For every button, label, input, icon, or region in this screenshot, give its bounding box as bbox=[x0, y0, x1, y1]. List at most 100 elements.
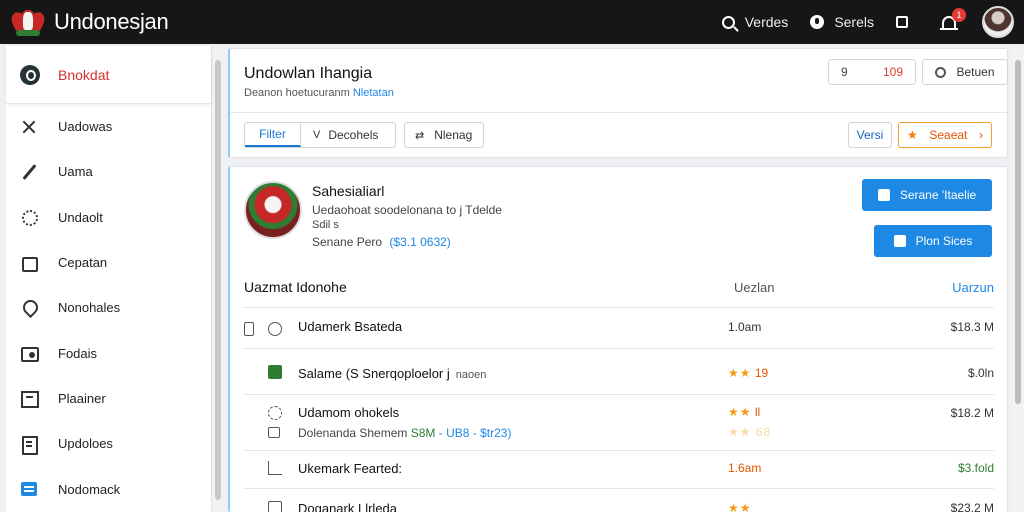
sidebar-item-2[interactable]: Uama bbox=[6, 149, 211, 194]
sidebar-item-label: Undaolt bbox=[58, 209, 103, 225]
table-row[interactable]: Salame (S Snerqoploelor j naoen ★★ 19 $.0… bbox=[244, 348, 994, 394]
sidebar-active-label: Bnokdat bbox=[58, 66, 110, 83]
logo-emblem bbox=[21, 10, 35, 32]
location-icon bbox=[810, 15, 825, 29]
star-icon: ★ bbox=[907, 128, 918, 142]
row-detail-blue: - UB8 - $tr23) bbox=[438, 426, 512, 440]
table-row[interactable]: Udamerk Bsateda 1.0am $18.3 M bbox=[244, 307, 994, 348]
rating-value: 19 bbox=[754, 366, 769, 380]
version-button[interactable]: Versi bbox=[848, 122, 892, 148]
book-icon bbox=[268, 427, 280, 438]
primary-action-button[interactable]: Serane 'Itaelie bbox=[862, 179, 992, 211]
top-search-label: Verdes bbox=[744, 14, 789, 30]
row-detail-green: S8M bbox=[410, 426, 436, 440]
sidebar-item-8[interactable]: Updoloes bbox=[6, 421, 211, 466]
sort-icon: ⇄ bbox=[415, 129, 425, 142]
secondary-action-label: Plon Sices bbox=[915, 234, 973, 248]
header-divider bbox=[230, 112, 1008, 113]
sidebar-item-1[interactable]: Uadowas bbox=[6, 104, 211, 149]
table-row[interactable]: Udamom ohokels Dolenanda Shemem S8M - UB… bbox=[244, 394, 994, 450]
image-icon bbox=[20, 344, 39, 363]
subtitle-link[interactable]: Nletatan bbox=[353, 87, 394, 99]
sidebar-scrollbar[interactable] bbox=[213, 46, 223, 512]
tab-decohels[interactable]: V Decohels bbox=[301, 128, 395, 142]
sidebar-item-9[interactable]: Nodomack bbox=[6, 466, 211, 511]
edit-icon bbox=[268, 501, 282, 512]
search-icon bbox=[268, 322, 282, 336]
row-time: 1.6am bbox=[728, 461, 762, 475]
sidebar-item-label: Plaainer bbox=[58, 390, 106, 406]
logo[interactable] bbox=[8, 2, 48, 42]
sidebar-item-6[interactable]: Fodais bbox=[6, 330, 211, 375]
profile-meta-label: Senane Pero bbox=[312, 235, 383, 249]
row-name: Udamerk Bsateda bbox=[298, 319, 403, 334]
user-icon bbox=[935, 66, 947, 78]
row-name: Salame (S Snerqoploelor j bbox=[298, 366, 450, 381]
dotted-circle-icon bbox=[20, 208, 38, 227]
calendar-icon bbox=[20, 254, 38, 272]
sidebar-item-label: Nodomack bbox=[58, 481, 121, 497]
document-icon bbox=[244, 322, 254, 336]
row-rating: ★★ bbox=[728, 501, 752, 512]
content-panel: Sahesialiarl Uedaohoat soodelonana to j … bbox=[228, 166, 1008, 512]
page-subtitle: Deanon hoetucuranm Nletatan bbox=[244, 87, 394, 99]
stats-q: 9 bbox=[841, 65, 848, 79]
column-header-value[interactable]: Uarzun bbox=[952, 280, 994, 295]
table-row[interactable]: Ukemark Fearted: 1.6am $3.fold bbox=[244, 450, 994, 488]
search-action-button[interactable]: ★ Seaeat › bbox=[898, 122, 992, 148]
rating-stars: ★★ bbox=[728, 366, 752, 380]
sort-button[interactable]: ⇄ Nlenag bbox=[404, 122, 484, 148]
sidebar-item-label: Uadowas bbox=[58, 119, 113, 135]
sidebar-scroll-thumb[interactable] bbox=[215, 60, 221, 500]
chevron-right-icon: › bbox=[979, 128, 983, 142]
profile-description: Uedaohoat soodelonana to j Tdelde bbox=[312, 203, 502, 217]
page-header: Undowlan Ihangia Deanon hoetucuranm Nlet… bbox=[228, 48, 1008, 158]
box-icon bbox=[896, 16, 908, 28]
secondary-action-button[interactable]: Plon Sices bbox=[874, 225, 992, 257]
square-icon bbox=[893, 235, 906, 247]
top-box-button[interactable] bbox=[896, 16, 918, 28]
rating-stars-faded: ★★ 68 bbox=[728, 425, 772, 439]
row-value: $.0ln bbox=[967, 366, 994, 380]
active-item-icon bbox=[20, 64, 40, 85]
rating-stars: ★★ bbox=[728, 501, 752, 512]
profile-image bbox=[244, 181, 302, 239]
row-name: Ukemark Fearted: bbox=[298, 461, 403, 476]
row-rating: ★★ ll bbox=[728, 405, 760, 419]
tab-filter[interactable]: Filter bbox=[245, 123, 301, 147]
column-header-name[interactable]: Uazmat Idonohe bbox=[244, 279, 347, 295]
subtitle-text: Deanon hoetucuranm bbox=[244, 87, 350, 99]
tools-icon bbox=[20, 118, 38, 136]
sidebar-item-3[interactable]: Undaolt bbox=[6, 195, 211, 240]
sidebar-item-7[interactable]: Plaainer bbox=[6, 376, 211, 421]
filter-chevron-icon: V bbox=[313, 129, 321, 141]
sidebar-item-4[interactable]: Cepatan bbox=[6, 240, 211, 285]
notifications-button[interactable]: 1 bbox=[940, 8, 966, 32]
row-value: $23.2 M bbox=[950, 501, 994, 512]
notification-badge: 1 bbox=[952, 8, 966, 22]
row-name: Doganark Llrleda bbox=[298, 501, 398, 512]
user-avatar[interactable] bbox=[982, 6, 1014, 38]
news-icon bbox=[20, 480, 38, 498]
board-icon bbox=[20, 389, 39, 409]
user-button[interactable]: Betuen bbox=[922, 59, 1008, 85]
sidebar-item-label: Nonohales bbox=[58, 300, 121, 316]
top-bar: Undonesjan Verdes Serels 1 bbox=[0, 0, 1024, 44]
search-action-label: Seaeat bbox=[929, 128, 968, 142]
row-name: Udamom ohokels bbox=[298, 405, 400, 420]
primary-action-label: Serane 'Itaelie bbox=[899, 188, 977, 202]
column-header-time[interactable]: Uezlan bbox=[734, 280, 774, 295]
row-value: $3.fold bbox=[957, 461, 994, 475]
table-row[interactable]: Doganark Llrleda ★★ $23.2 M bbox=[244, 488, 994, 512]
main-scrollbar[interactable] bbox=[1012, 46, 1024, 512]
tab-decohels-label: Decohels bbox=[328, 128, 379, 142]
top-location-button[interactable]: Serels bbox=[810, 14, 874, 30]
sidebar-item-5[interactable]: Nonohales bbox=[6, 285, 211, 330]
sidebar-item-active[interactable]: Bnokdat bbox=[6, 46, 211, 104]
stats-pill[interactable]: 9 109 bbox=[828, 59, 916, 85]
document-icon bbox=[20, 435, 38, 455]
top-search-button[interactable]: Verdes bbox=[721, 14, 789, 30]
main-scroll-thumb[interactable] bbox=[1015, 60, 1021, 404]
table-header: Uazmat Idonohe Uezlan Uarzun bbox=[244, 279, 994, 295]
pin-icon bbox=[20, 299, 38, 317]
